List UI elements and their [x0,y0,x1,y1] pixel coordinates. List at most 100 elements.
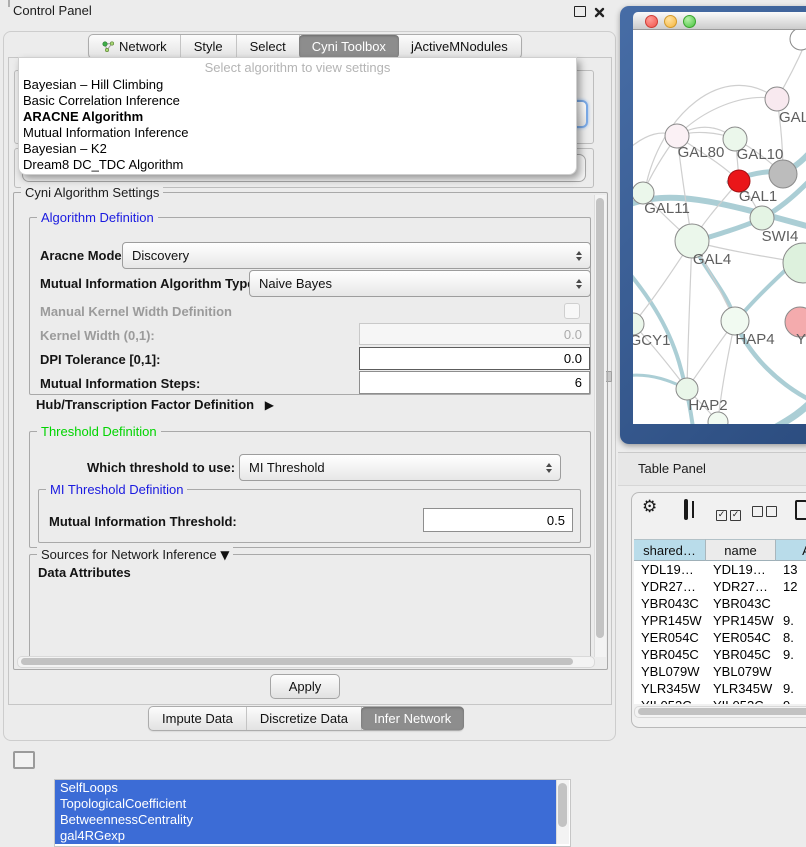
dropdown-options: Bayesian – Hill ClimbingBasic Correlatio… [19,77,576,173]
mi-type-value: Naive Bayes [259,276,332,291]
cyni-algorithm-settings-group: Cyni Algorithm Settings Algorithm Defini… [13,192,608,670]
threshold-definition-group: Threshold Definition Which threshold to … [29,431,591,548]
minimize-traffic-light-icon[interactable] [664,15,677,28]
hub-section-label[interactable]: Hub/Transcription Factor Definition ▶ [36,397,274,412]
kernel-width-label: Kernel Width (0,1): [40,328,155,343]
network-canvas[interactable]: GALGAL80GAL10GAL1GAL11SWI4GAL4HAP4YGCY1H… [633,30,806,424]
table-cell: YPR145W [706,612,776,629]
mi-type-select[interactable]: Naive Bayes [249,270,591,297]
apply-button[interactable]: Apply [270,674,340,699]
network-edges-teal [633,148,806,424]
table-cell: 8. [776,629,806,646]
dpi-tolerance-label: DPI Tolerance [0,1]: [40,352,160,367]
attribute-item-topologicalcoefficient[interactable]: TopologicalCoefficient [55,796,557,812]
tab-cyni-toolbox[interactable]: Cyni Toolbox [299,35,399,58]
table-row[interactable]: YPR145WYPR145W9. [634,612,806,629]
columns-icon[interactable] [684,499,688,520]
which-threshold-select[interactable]: MI Threshold [239,454,561,481]
node-label-gal11: GAL11 [644,200,690,217]
node-label-gal10: GAL10 [737,146,784,163]
expanded-arrow-icon[interactable]: ▼ [220,548,229,562]
attribute-item-selfloops[interactable]: SelfLoops [55,780,557,796]
table-row[interactable]: YBL079WYBL079W [634,663,806,680]
node-label-gcy1: GCY1 [633,332,670,349]
table-cell: YBL079W [706,663,776,680]
kernel-width-field[interactable]: 0.0 [359,323,590,345]
network-node-swi4[interactable] [750,206,774,230]
which-threshold-label: Which threshold to use: [87,460,235,475]
aracne-mode-value: Discovery [132,248,189,263]
algorithm-option-aracne-algorithm[interactable]: ARACNE Algorithm [19,109,576,125]
algorithm-option-mutual-information-inference[interactable]: Mutual Information Inference [19,125,576,141]
table-cell: YBL079W [634,663,706,680]
float-window-icon[interactable] [574,6,586,17]
collapsed-arrow-icon[interactable]: ▶ [265,398,274,412]
bottom-tab-impute-data[interactable]: Impute Data [149,707,247,730]
threshold-definition-title: Threshold Definition [37,424,161,439]
table-header-row: shared…nameA [634,539,806,561]
document-icon[interactable] [795,500,806,520]
close-traffic-light-icon[interactable] [645,15,658,28]
stepper-arrows-icon [576,279,582,289]
control-panel-tabbar: Network StyleSelect Cyni Toolbox jActiveMNo… [88,34,522,59]
tab-label: Discretize Data [260,711,348,726]
tab-label: Network [119,39,167,54]
table-row[interactable]: YDL19…YDL19…13 [634,561,806,578]
algorithm-option-bayesian-k2[interactable]: Bayesian – K2 [19,141,576,157]
data-attributes-list: SelfLoopsTopologicalCoefficientBetweenne… [54,779,571,847]
table-horizontal-scrollbar[interactable] [634,706,806,718]
table-row[interactable]: YBR043CYBR043C [634,595,806,612]
close-icon[interactable] [594,5,605,16]
mi-threshold-field[interactable]: 0.5 [423,508,573,532]
select-all-checkboxes-icon[interactable]: ✓✓ [716,504,744,522]
algorithm-option-basic-correlation-inference[interactable]: Basic Correlation Inference [19,93,576,109]
tab-label: Cyni Toolbox [312,39,386,54]
bottom-tab-discretize-data[interactable]: Discretize Data [247,707,362,730]
table-row[interactable]: YER054CYER054C8. [634,629,806,646]
tab-select[interactable]: Select [237,35,300,58]
column-header-name[interactable]: name [706,539,776,561]
tab-style[interactable]: Style [181,35,237,58]
network-node[interactable] [783,243,806,283]
table-row[interactable]: YIL052CYIL052C9 [634,697,806,704]
bottom-tab-infer-network[interactable]: Infer Network [361,707,464,730]
attributes-scrollbar[interactable] [556,780,569,844]
table-cell: YIL052C [634,697,706,704]
algorithm-dropdown-list: Select algorithm to view settings Bayesi… [18,57,577,175]
deselect-all-checkboxes-icon[interactable] [752,504,780,522]
tab-network[interactable]: Network [89,35,181,58]
settings-horizontal-scrollbar[interactable] [17,656,595,668]
mi-type-label: Mutual Information Algorithm Type: [40,276,259,291]
column-header-a[interactable]: A [776,539,806,561]
network-node-gal[interactable] [765,87,789,111]
tab-label: Impute Data [162,711,233,726]
algorithm-option-dream8-dc-tdc-algorithm[interactable]: Dream8 DC_TDC Algorithm [19,157,576,173]
gear-icon[interactable]: ⚙ [642,499,657,516]
attribute-item-betweennesscentrality[interactable]: BetweennessCentrality [55,812,557,828]
table-cell: YDL19… [634,561,706,578]
zoom-traffic-light-icon[interactable] [683,15,696,28]
table-row[interactable]: YDR27…YDR27…12 [634,578,806,595]
table-row[interactable]: YLR345WYLR345W9. [634,680,806,697]
table-row[interactable]: YBR045CYBR045C9. [634,646,806,663]
table-cell: YBR043C [706,595,776,612]
table-cell: YER054C [634,629,706,646]
tab-label: Infer Network [374,711,451,726]
table-cell: YDR27… [634,578,706,595]
network-node[interactable] [769,160,797,188]
mi-steps-label: Mutual Information Steps: [40,376,200,391]
algorithm-option-bayesian-hill-climbing[interactable]: Bayesian – Hill Climbing [19,77,576,93]
aracne-mode-select[interactable]: Discovery [122,242,591,269]
attribute-item-gal4rgexp[interactable]: gal4RGexp [55,828,557,844]
node-label-hap4: HAP4 [735,331,774,348]
network-node[interactable] [790,30,806,50]
dpi-tolerance-field[interactable]: 0.0 [359,347,590,370]
column-header-shared[interactable]: shared… [634,539,706,561]
minimized-panel-icon[interactable] [13,751,35,769]
network-window-titlebar[interactable] [633,12,806,30]
mi-steps-field[interactable]: 6 [359,371,590,394]
control-panel-bottom-tabbar: Impute Data Discretize Data Infer Network [148,706,464,731]
manual-kernel-checkbox[interactable] [564,303,580,319]
settings-vertical-scrollbar[interactable] [594,195,606,657]
tab-jactivemnodules[interactable]: jActiveMNodules [398,35,521,58]
